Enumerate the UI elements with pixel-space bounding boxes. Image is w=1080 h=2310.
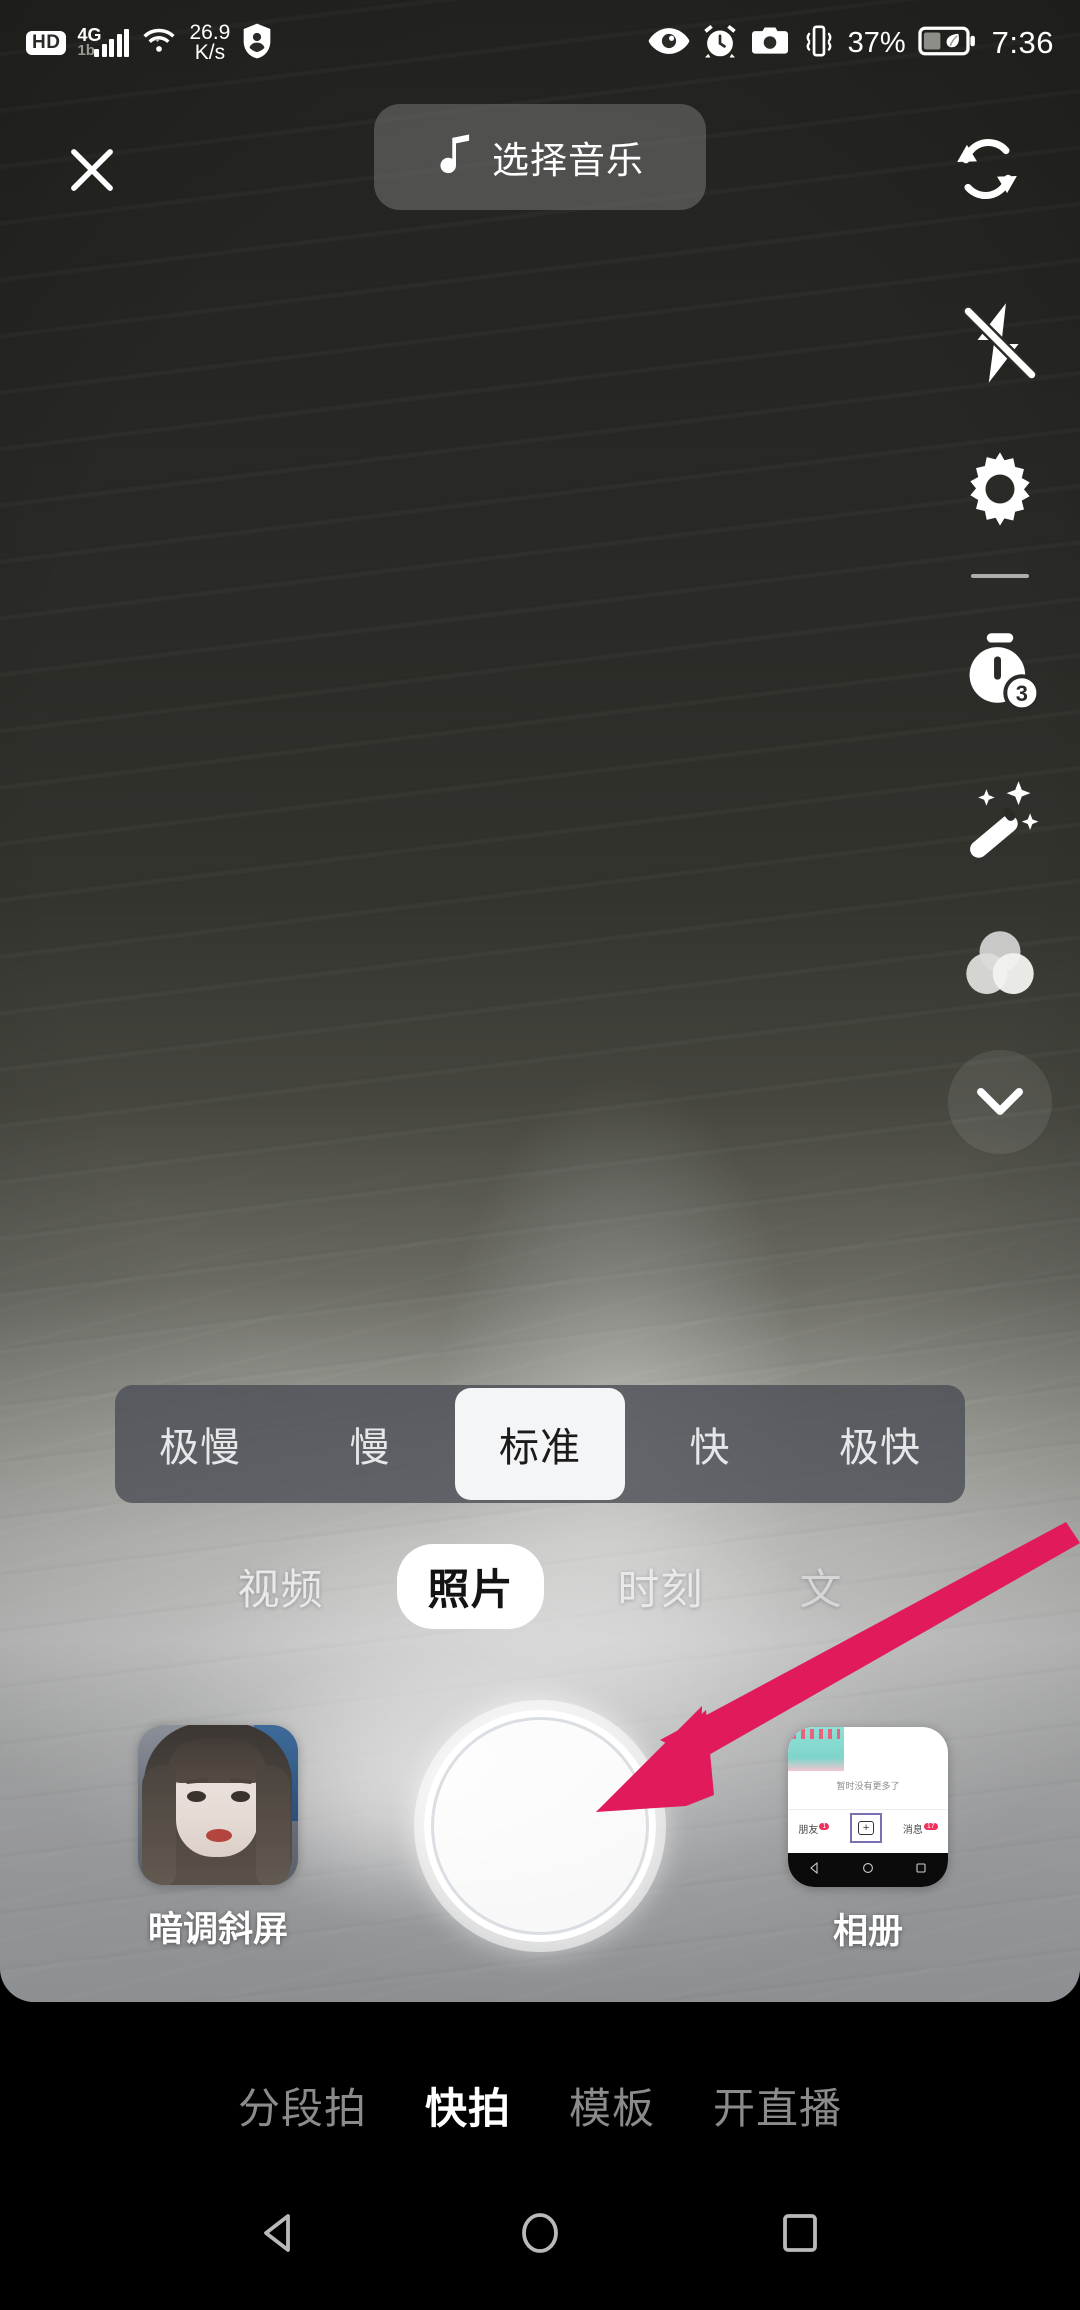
bottom-capture-tabs: 分段拍 快拍 模板 开直播 (0, 2050, 1080, 2160)
signal-bars-icon (94, 29, 130, 57)
effect-preset-thumbnail (138, 1725, 298, 1885)
status-bar: HD 4G 1b 26.9 K/s 37% 7:36 (0, 0, 1080, 86)
hd-badge: HD (26, 30, 67, 56)
net-speed: 26.9 K/s (189, 21, 231, 64)
network-sub-text: 1b (77, 42, 95, 60)
bottom-tab-quick[interactable]: 快拍 (425, 2075, 511, 2136)
home-icon (522, 2212, 558, 2253)
album-preview-plus: + (850, 1813, 883, 1843)
bottom-tab-template[interactable]: 模板 (569, 2075, 655, 2136)
timer-icon: 3 (969, 633, 1041, 712)
camera-tools-rail: 3 (920, 270, 1080, 1154)
speed-option-very-slow[interactable]: 极慢 (115, 1385, 285, 1503)
battery-percent: 37% (847, 26, 906, 59)
effect-preset-button[interactable]: 暗调斜屏 (138, 1725, 298, 1952)
android-home-button[interactable] (516, 2209, 564, 2262)
status-bar-left: HD 4G 1b 26.9 K/s (26, 22, 273, 65)
recents-icon (783, 2213, 817, 2252)
status-bar-right: 37% 7:36 (648, 23, 1054, 64)
flash-off-button[interactable] (930, 270, 1070, 416)
album-label: 相册 (832, 1912, 903, 1951)
alarm-clock-icon (702, 23, 738, 64)
timer-button[interactable]: 3 (930, 598, 1070, 744)
speed-option-slow[interactable]: 慢 (285, 1385, 455, 1503)
camera-viewfinder[interactable] (0, 0, 1080, 2002)
album-thumbnail: 暂时没有更多了 朋友 1 + 消息 17 (788, 1727, 948, 1887)
camera-capture-screen: HD 4G 1b 26.9 K/s 37% 7:36 选择音乐 3 极慢 慢 标… (0, 0, 1080, 2310)
speed-option-fast[interactable]: 快 (625, 1385, 795, 1503)
album-preview-tabs: 朋友 1 + 消息 17 (788, 1809, 948, 1847)
wifi-icon (140, 26, 178, 61)
close-button[interactable] (56, 134, 128, 206)
speed-option-very-fast[interactable]: 极快 (795, 1385, 965, 1503)
settings-button[interactable] (930, 416, 1070, 562)
eye-icon (648, 26, 690, 61)
battery-icon (918, 26, 976, 61)
shield-person-icon (241, 22, 273, 65)
album-preview-navbar (788, 1853, 948, 1887)
camera-top-bar: 选择音乐 (0, 104, 1080, 232)
filter-button[interactable] (930, 890, 1070, 1036)
album-preview-tab-messages: 消息 17 (903, 1821, 938, 1836)
vibrate-icon (802, 24, 836, 63)
album-preview-home-icon (862, 1861, 874, 1879)
music-note-icon (440, 134, 470, 174)
android-recents-button[interactable] (776, 2209, 824, 2262)
mode-tab-moment[interactable]: 时刻 (596, 1546, 726, 1627)
album-preview-tab-friends: 朋友 1 (798, 1821, 830, 1836)
shutter-button[interactable] (424, 1710, 656, 1942)
select-music-label: 选择音乐 (492, 140, 644, 181)
portrait-image (138, 1725, 298, 1885)
mode-tab-video[interactable]: 视频 (215, 1546, 345, 1627)
rail-divider (971, 574, 1029, 578)
bottom-tab-live[interactable]: 开直播 (713, 2075, 842, 2136)
status-bar-clock: 7:36 (991, 25, 1054, 60)
flip-camera-icon (957, 138, 1017, 200)
capture-mode-tabs: 视频 照片 时刻 文 (0, 1538, 1080, 1634)
flash-off-icon (962, 303, 1038, 383)
album-preview-recents-icon (915, 1861, 927, 1879)
effect-preset-label: 暗调斜屏 (147, 1910, 288, 1949)
mode-tab-text[interactable]: 文 (778, 1546, 865, 1627)
speed-selector[interactable]: 极慢 慢 标准 快 极快 (115, 1385, 965, 1503)
flip-camera-button[interactable] (942, 124, 1032, 214)
android-navigation-bar (0, 2160, 1080, 2310)
close-icon (71, 149, 113, 191)
timer-badge-value: 3 (1016, 681, 1028, 706)
album-preview-empty-text: 暂时没有更多了 (836, 1781, 900, 1791)
chevron-down-icon (977, 1088, 1023, 1115)
collapse-tools-button[interactable] (948, 1050, 1052, 1154)
net-speed-value: 26.9 (189, 21, 231, 45)
album-button[interactable]: 暂时没有更多了 朋友 1 + 消息 17 相册 (788, 1727, 948, 1954)
viewfinder-vignette (0, 0, 1080, 2002)
back-icon (264, 2213, 290, 2252)
album-preview-photo (788, 1727, 844, 1771)
beautify-button[interactable] (930, 744, 1070, 890)
magic-wand-icon (970, 781, 1039, 858)
net-speed-unit: K/s (194, 41, 226, 64)
android-back-button[interactable] (256, 2209, 304, 2262)
gear-icon (970, 452, 1030, 526)
album-preview-back-icon (809, 1861, 821, 1879)
mode-tab-photo[interactable]: 照片 (397, 1543, 544, 1629)
bottom-tab-segmented[interactable]: 分段拍 (238, 2075, 367, 2136)
capture-controls-row: 暗调斜屏 暂时没有更多了 朋友 1 + 消息 17 相册 (0, 1705, 1080, 1975)
filter-circles-icon (966, 931, 1034, 995)
select-music-button[interactable]: 选择音乐 (374, 104, 706, 210)
camera-icon (750, 26, 790, 61)
speed-option-standard[interactable]: 标准 (455, 1388, 625, 1500)
